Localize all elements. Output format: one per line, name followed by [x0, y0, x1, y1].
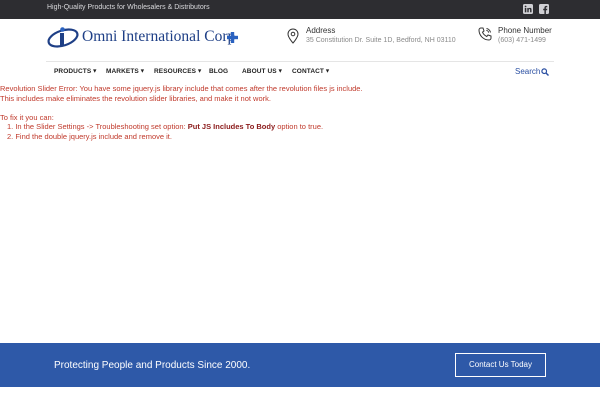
- logo-swoosh-icon: [47, 27, 79, 48]
- search-label: Search: [515, 67, 541, 76]
- fix-step-2: 2. Find the double jquery.js include and…: [7, 131, 172, 141]
- footer-slogan: Protecting People and Products Since 200…: [54, 360, 251, 371]
- nav-item-contact[interactable]: CONTACT ▾: [292, 68, 329, 75]
- nav-item-resources[interactable]: RESOURCES ▾: [154, 68, 201, 75]
- address-title: Address: [306, 26, 336, 35]
- error-line-2: This includes make eliminates the revolu…: [0, 93, 271, 103]
- tagline: High-Quality Products for Wholesalers & …: [47, 4, 210, 11]
- chevron-down-icon: ▾: [198, 68, 202, 75]
- footer-banner: Protecting People and Products Since 200…: [0, 343, 600, 387]
- chevron-down-icon: ▾: [278, 68, 282, 75]
- phone-icon: [478, 27, 492, 41]
- address-value: 35 Constitution Dr. Suite 1D, Bedford, N…: [306, 37, 456, 44]
- medical-cross-icon: [227, 32, 238, 43]
- top-bar: High-Quality Products for Wholesalers & …: [0, 0, 600, 19]
- main-nav: PRODUCTS ▾ MARKETS ▾ RESOURCES ▾ BLOG ABOUT…: [46, 61, 554, 81]
- fix-steps: 1. In the Slider Settings -> Troubleshoo…: [0, 122, 600, 141]
- fix-intro: To fix it you can:: [0, 112, 54, 122]
- map-pin-icon: [287, 28, 299, 44]
- page-bottom: [0, 387, 600, 400]
- chevron-down-icon: ▾: [93, 68, 97, 75]
- chevron-down-icon: ▾: [140, 68, 144, 75]
- phone-title: Phone Number: [498, 26, 552, 35]
- site-header: Omni International Corp Address 35 Const…: [0, 19, 600, 61]
- fix-step-1-option: Put JS Includes To Body: [187, 122, 276, 131]
- nav-item-markets[interactable]: MARKETS ▾: [106, 68, 144, 75]
- facebook-icon[interactable]: [539, 4, 549, 14]
- site-logo[interactable]: Omni International Corp: [46, 25, 246, 51]
- search-icon: [541, 68, 549, 76]
- error-line-1: Revolution Slider Error: You have some j…: [0, 84, 363, 93]
- brand-name: Omni International Corp: [82, 28, 236, 45]
- linkedin-icon[interactable]: [523, 4, 533, 14]
- nav-item-about-us[interactable]: ABOUT US ▾: [242, 68, 282, 75]
- slider-error-message: Revolution Slider Error: You have some j…: [0, 84, 600, 141]
- phone-value[interactable]: (603) 471-1499: [498, 37, 546, 44]
- nav-item-products[interactable]: PRODUCTS ▾: [54, 68, 96, 75]
- nav-item-blog[interactable]: BLOG: [209, 68, 228, 75]
- search-button[interactable]: Search: [515, 67, 549, 76]
- fix-step-1: 1. In the Slider Settings -> Troubleshoo…: [7, 122, 324, 131]
- contact-us-button[interactable]: Contact Us Today: [455, 353, 546, 377]
- chevron-down-icon: ▾: [326, 68, 330, 75]
